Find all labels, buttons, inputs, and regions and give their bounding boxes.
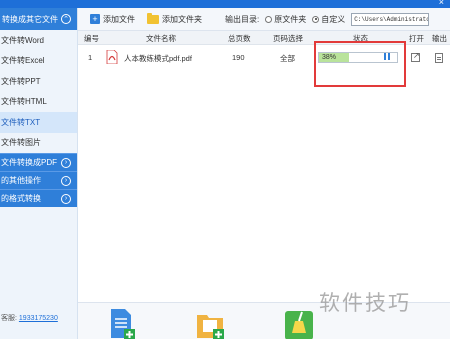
close-icon[interactable]: × — [439, 0, 444, 7]
col-name: 文件名称 — [146, 34, 176, 43]
sidebar-item-excel[interactable]: 文件转Excel — [0, 51, 77, 72]
add-folder-button[interactable]: 添加文件夹 — [147, 12, 202, 25]
col-open: 打开 — [409, 34, 424, 43]
radio-custom-label: 自定义 — [321, 14, 346, 24]
support-qq-link[interactable]: 1933175230 — [19, 315, 58, 322]
radio-dot[interactable] — [312, 15, 320, 23]
open-file-icon[interactable] — [411, 51, 420, 62]
add-file-button[interactable]: + 添加文件 — [90, 14, 135, 25]
radio-original-label: 原文件夹 — [274, 14, 307, 24]
folder-icon — [147, 12, 159, 24]
sidebar-item-html[interactable]: 文件转HTML — [0, 92, 77, 113]
add-folder-big-icon[interactable] — [195, 307, 225, 339]
output-dir-label: 输出目录: — [225, 14, 260, 24]
col-output: 输出 — [432, 34, 447, 43]
col-page-select: 页码选择 — [273, 34, 303, 43]
sidebar-item-label: 文件转PPT — [1, 76, 41, 86]
support-label: 客服: — [1, 315, 17, 322]
sidebar-item-txt[interactable]: 文件转TXT — [0, 112, 77, 133]
sidebar-header-convert-other[interactable]: 转换成其它文件 ⌃ — [0, 8, 77, 30]
chevron-up-icon[interactable]: ⌃ — [61, 14, 71, 24]
chevron-right-icon[interactable]: › — [61, 193, 71, 204]
sidebar-group-format-convert[interactable]: 的格式转换 › — [0, 189, 77, 207]
clear-list-big-icon[interactable] — [284, 307, 314, 339]
sidebar-group-label: 的其他操作 — [1, 176, 41, 185]
sidebar-item-label: 文件转Word — [1, 35, 44, 45]
sidebar-item-label: 文件转Excel — [1, 56, 45, 66]
col-pages: 总页数 — [228, 34, 251, 43]
status-highlight-box — [314, 41, 406, 87]
output-path-input[interactable]: C:\Users\Administrator\Desktop — [351, 12, 430, 26]
chevron-right-icon[interactable]: › — [61, 175, 71, 186]
chevron-right-icon[interactable]: › — [61, 157, 71, 168]
sidebar-item-word[interactable]: 文件转Word — [0, 30, 77, 51]
radio-original-folder[interactable]: 原文件夹 — [265, 14, 306, 25]
row-page-select[interactable]: 全部 — [280, 53, 295, 64]
support-info: 客服: 1933175230 — [1, 313, 58, 323]
add-file-icon: + — [90, 14, 100, 24]
sidebar-item-label: 文件转HTML — [1, 97, 47, 107]
sidebar-item-image[interactable]: 文件转图片 — [0, 133, 77, 154]
add-folder-label: 添加文件夹 — [162, 14, 202, 24]
sidebar: 转换成其它文件 ⌃ 文件转Word 文件转Excel 文件转PPT 文件转HTM… — [0, 8, 78, 339]
col-index: 编号 — [84, 34, 99, 43]
pdf-file-icon — [106, 50, 118, 64]
watermark-text: 软件技巧 — [319, 292, 411, 315]
sidebar-group-label: 的格式转换 — [1, 194, 41, 203]
row-pages: 190 — [232, 53, 245, 62]
row-index: 1 — [88, 53, 93, 62]
radio-custom-folder[interactable]: 自定义 — [312, 14, 345, 25]
add-file-label: 添加文件 — [103, 14, 135, 24]
title-bar: × — [0, 0, 450, 8]
sidebar-group-other-ops[interactable]: 的其他操作 › — [0, 171, 77, 189]
sidebar-group-label: 文件转换成PDF — [1, 158, 57, 167]
toolbar: + 添加文件 添加文件夹 输出目录: 原文件夹 自定义 C:\Users\Adm… — [78, 8, 450, 31]
add-files-big-icon[interactable] — [107, 307, 137, 339]
sidebar-group-to-pdf[interactable]: 文件转换成PDF › — [0, 153, 77, 171]
sidebar-item-label: 文件转图片 — [1, 138, 41, 148]
sidebar-item-label: 文件转TXT — [1, 117, 41, 127]
sidebar-item-ppt[interactable]: 文件转PPT — [0, 71, 77, 92]
radio-dot[interactable] — [265, 15, 273, 23]
output-file-icon[interactable] — [435, 53, 443, 63]
sidebar-header-label: 转换成其它文件 — [2, 14, 58, 24]
row-file-name: 人本教练模式pdf.pdf — [124, 54, 192, 63]
